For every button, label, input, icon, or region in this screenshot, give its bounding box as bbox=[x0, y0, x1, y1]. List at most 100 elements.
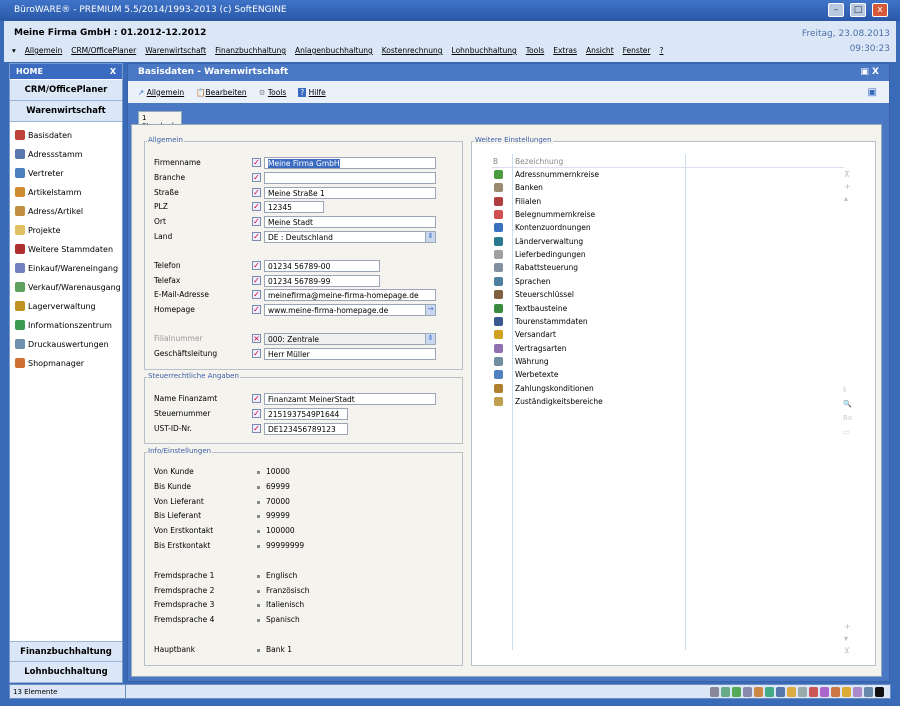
sidebar-item[interactable]: Druckauswertungen bbox=[15, 337, 109, 351]
checkmark-icon[interactable]: ✓ bbox=[252, 408, 261, 418]
list-item[interactable]: Rabattsteuerung bbox=[515, 263, 578, 272]
list-item[interactable]: Zahlungskonditionen bbox=[515, 384, 594, 393]
field-input[interactable]: 12345 bbox=[264, 201, 324, 214]
list-item[interactable]: Kontenzuordnungen bbox=[515, 223, 591, 232]
tray-icon[interactable] bbox=[710, 687, 719, 697]
scroll-nav-icon[interactable]: ▾ bbox=[844, 634, 848, 643]
list-item[interactable]: Versandart bbox=[515, 330, 556, 339]
checkmark-icon[interactable]: ✓ bbox=[252, 348, 261, 358]
toolbar-hilfe[interactable]: ? Hilfe bbox=[298, 87, 326, 97]
menu-8[interactable]: Extras bbox=[553, 46, 577, 55]
field-input[interactable]: www.meine-firma-homepage.de bbox=[264, 304, 436, 317]
save-icon[interactable]: ▣ bbox=[868, 87, 877, 98]
sidebar-item[interactable]: Lagerverwaltung bbox=[15, 299, 96, 313]
field-input[interactable]: Meine Firma GmbH bbox=[264, 157, 436, 169]
list-item[interactable]: Banken bbox=[515, 183, 543, 192]
menu-7[interactable]: Tools bbox=[526, 46, 544, 55]
sidebar-item[interactable]: Vertreter bbox=[15, 166, 64, 180]
checkmark-icon[interactable]: ✓ bbox=[252, 394, 261, 403]
list-item[interactable]: Vertragsarten bbox=[515, 344, 567, 353]
checkmark-icon[interactable]: ✓ bbox=[252, 290, 261, 300]
tray-icon[interactable] bbox=[754, 687, 763, 697]
maximize-button[interactable]: □ bbox=[850, 3, 866, 17]
panel-close-icon[interactable]: ▣ X bbox=[860, 67, 879, 77]
close-icon[interactable]: X bbox=[110, 67, 116, 76]
list-tool-icon[interactable]: ▭ bbox=[843, 428, 850, 436]
tray-icon[interactable] bbox=[732, 687, 741, 697]
scroll-nav-icon[interactable]: ⊼ bbox=[844, 170, 850, 179]
sidebar-finanzbuchhaltung-button[interactable]: Finanzbuchhaltung bbox=[10, 641, 122, 662]
menu-9[interactable]: Ansicht bbox=[586, 46, 614, 55]
menu-1[interactable]: CRM/OfficePlaner bbox=[71, 46, 136, 55]
tray-icon[interactable] bbox=[809, 687, 818, 697]
tray-icon[interactable] bbox=[842, 687, 851, 697]
list-item[interactable]: Belegnummernkreise bbox=[515, 210, 595, 219]
menu-toggle-icon[interactable]: ▾ bbox=[12, 46, 16, 55]
checkmark-icon[interactable]: ✓ bbox=[252, 158, 261, 167]
list-tool-icon[interactable]: 🔍 bbox=[843, 400, 852, 408]
tray-icon[interactable] bbox=[820, 687, 829, 697]
list-item[interactable]: Adressnummernkreise bbox=[515, 170, 599, 179]
sidebar-item[interactable]: Adressstamm bbox=[15, 147, 83, 161]
sidebar-crm-button[interactable]: CRM/OfficePlaner bbox=[10, 80, 122, 101]
list-item[interactable]: Filialen bbox=[515, 197, 541, 206]
tray-icon[interactable] bbox=[765, 687, 774, 697]
field-input[interactable]: 01234 56789-00 bbox=[264, 259, 380, 272]
tray-icon[interactable] bbox=[831, 687, 840, 697]
tab-standard[interactable]: 1 Standard bbox=[138, 111, 182, 130]
sidebar-item[interactable]: Basisdaten bbox=[15, 128, 72, 142]
menu-6[interactable]: Lohnbuchhaltung bbox=[452, 46, 517, 55]
checkmark-icon[interactable]: ✓ bbox=[252, 187, 261, 197]
list-item[interactable]: Länderverwaltung bbox=[515, 237, 583, 246]
sidebar-item[interactable]: Informationszentrum bbox=[15, 318, 112, 332]
tray-icon[interactable] bbox=[864, 687, 873, 697]
tray-icon[interactable] bbox=[743, 687, 752, 697]
field-input[interactable] bbox=[264, 171, 436, 184]
checkmark-icon[interactable]: ✓ bbox=[252, 423, 261, 433]
column-header-b[interactable]: B bbox=[493, 157, 498, 166]
field-input[interactable]: Finanzamt MeinerStadt bbox=[264, 393, 436, 405]
sidebar-item[interactable]: Shopmanager bbox=[15, 356, 84, 370]
menu-4[interactable]: Anlagenbuchhaltung bbox=[295, 46, 373, 55]
list-item[interactable]: Werbetexte bbox=[515, 370, 558, 379]
tray-icon[interactable] bbox=[776, 687, 785, 697]
menu-5[interactable]: Kostenrechnung bbox=[382, 46, 443, 55]
list-tool-icon[interactable]: ⦀ bbox=[843, 386, 846, 395]
sidebar-item[interactable]: Verkauf/Warenausgang bbox=[15, 280, 121, 294]
field-input[interactable]: 2151937549P1644 bbox=[264, 407, 348, 420]
sidebar-item[interactable]: Adress/Artikel bbox=[15, 204, 83, 218]
field-input[interactable]: 000: Zentrale bbox=[264, 333, 436, 345]
menu-11[interactable]: ? bbox=[659, 46, 663, 55]
close-button[interactable]: x bbox=[872, 3, 888, 17]
checkmark-icon[interactable]: ✓ bbox=[252, 305, 261, 315]
disabled-x-icon[interactable]: × bbox=[252, 334, 261, 343]
sidebar-item[interactable]: Artikelstamm bbox=[15, 185, 81, 199]
scroll-nav-icon[interactable]: + bbox=[844, 622, 851, 631]
sidebar-warenwirtschaft-button[interactable]: Warenwirtschaft bbox=[10, 101, 122, 122]
minimize-button[interactable]: – bbox=[828, 3, 844, 17]
scroll-nav-icon[interactable]: + bbox=[844, 182, 851, 191]
spinner-icon[interactable]: ⇕ bbox=[425, 231, 436, 243]
toolbar-bearbeiten[interactable]: 📋Bearbeiten bbox=[196, 88, 247, 97]
checkmark-icon[interactable]: ✓ bbox=[252, 260, 261, 270]
sidebar-item[interactable]: Einkauf/Wareneingang bbox=[15, 261, 118, 275]
field-input[interactable]: Herr Müller bbox=[264, 347, 436, 360]
list-tool-icon[interactable]: Ba bbox=[843, 414, 852, 422]
open-link-icon[interactable]: → bbox=[425, 304, 436, 317]
tray-icon[interactable] bbox=[721, 687, 730, 697]
sidebar-item[interactable]: Weitere Stammdaten bbox=[15, 242, 113, 256]
list-item[interactable]: Steuerschlüssel bbox=[515, 290, 574, 299]
toolbar-allgemein[interactable]: ↗ Allgemein bbox=[138, 88, 184, 97]
sidebar-lohnbuchhaltung-button[interactable]: Lohnbuchhaltung bbox=[10, 662, 122, 683]
field-input[interactable]: meinefirma@meine-firma-homepage.de bbox=[264, 289, 436, 302]
field-input[interactable]: DE : Deutschland bbox=[264, 231, 436, 243]
tray-icon[interactable] bbox=[787, 687, 796, 697]
sidebar-item[interactable]: Projekte bbox=[15, 223, 61, 237]
column-header-bezeichnung[interactable]: Bezeichnung bbox=[515, 157, 563, 166]
tray-icon[interactable] bbox=[798, 687, 807, 697]
list-item[interactable]: Währung bbox=[515, 357, 549, 366]
field-input[interactable]: DE123456789123 bbox=[264, 422, 348, 435]
list-item[interactable]: Lieferbedingungen bbox=[515, 250, 586, 259]
list-item[interactable]: Tourenstammdaten bbox=[515, 317, 588, 326]
checkmark-icon[interactable]: ✓ bbox=[252, 202, 261, 212]
